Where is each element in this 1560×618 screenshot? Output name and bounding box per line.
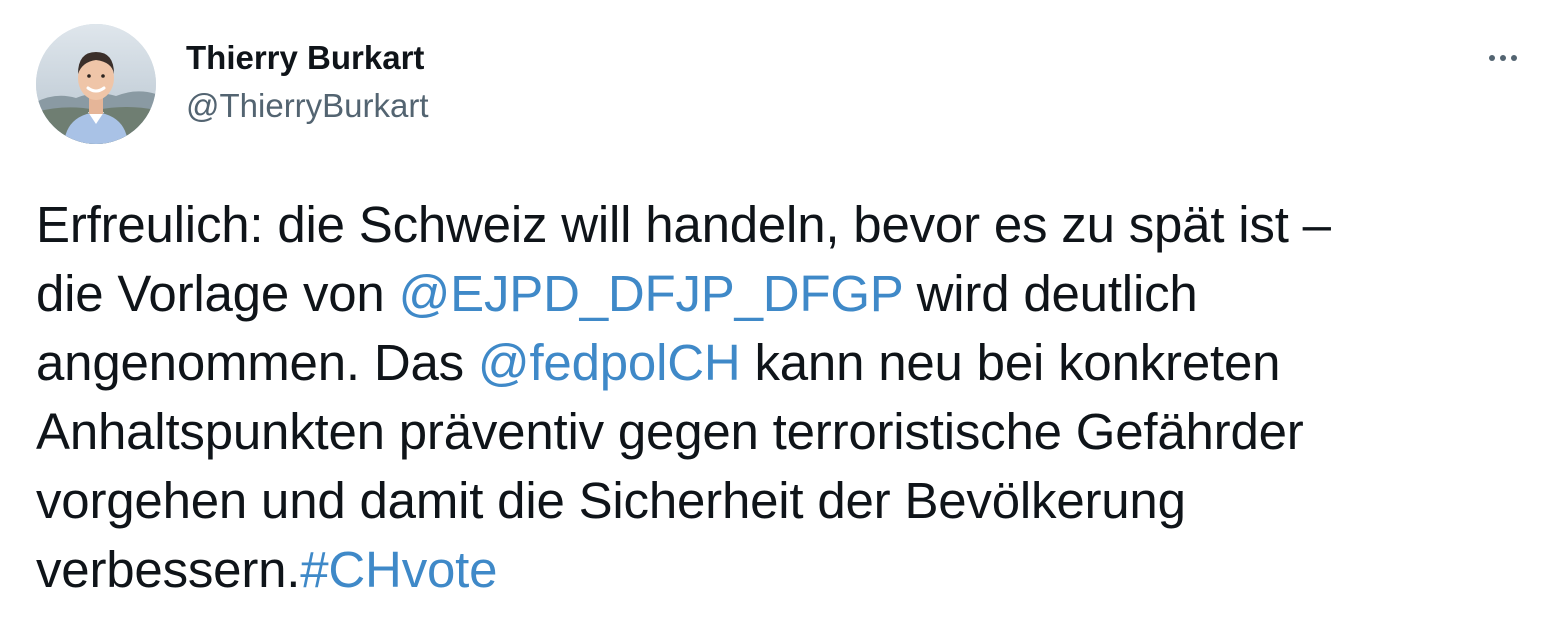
- hashtag-link[interactable]: #CHvote: [300, 541, 497, 598]
- more-options-button[interactable]: [1478, 38, 1528, 78]
- author-name[interactable]: Thierry Burkart: [186, 38, 424, 78]
- author-handle[interactable]: @ThierryBurkart: [186, 86, 429, 126]
- tweet-line: vorgehen und damit die Sicherheit der Be…: [36, 472, 1186, 529]
- tweet-line: verbessern.#CHvote: [36, 541, 498, 598]
- tweet-line: Anhaltspunkten präventiv gegen terrorist…: [36, 403, 1304, 460]
- tweet-line: angenommen. Das @fedpolCH kann neu bei k…: [36, 334, 1281, 391]
- tweet-text: Erfreulich: die Schweiz will handeln, be…: [36, 190, 1536, 604]
- mention-link-fedpol[interactable]: @fedpolCH: [478, 334, 741, 391]
- mention-link-ejpd[interactable]: @EJPD_DFJP_DFGP: [399, 265, 903, 322]
- tweet-line: die Vorlage von @EJPD_DFJP_DFGP wird deu…: [36, 265, 1198, 322]
- avatar[interactable]: [36, 24, 156, 144]
- tweet-card: Thierry Burkart @ThierryBurkart Erfreuli…: [0, 0, 1560, 618]
- more-horizontal-icon: [1489, 55, 1495, 61]
- tweet-line: Erfreulich: die Schweiz will handeln, be…: [36, 196, 1331, 253]
